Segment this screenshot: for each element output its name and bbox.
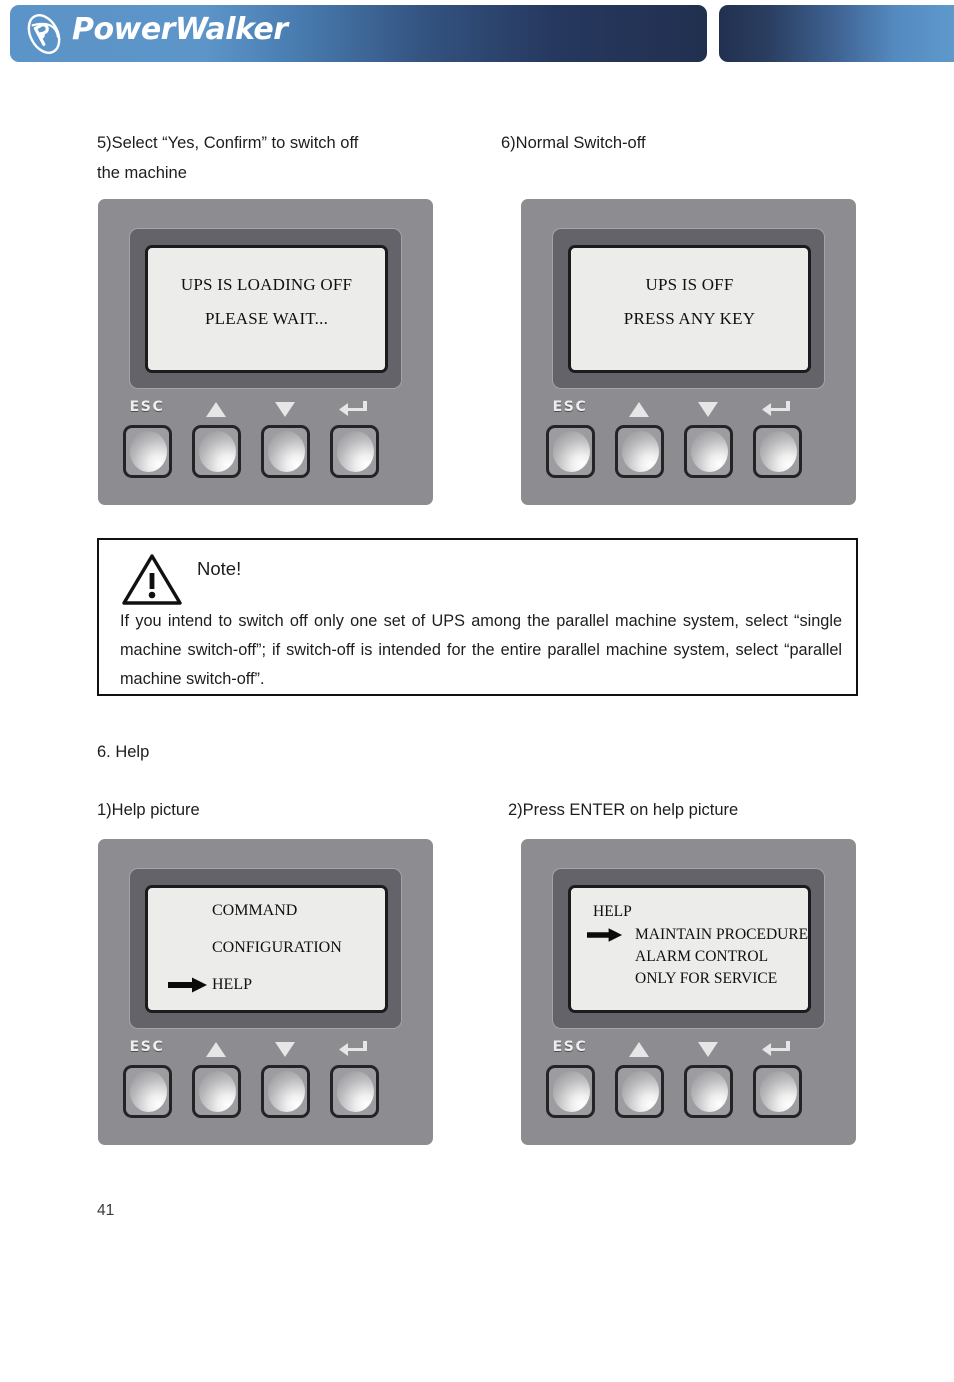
lcd-line: UPS IS OFF [645,275,734,294]
selection-arrow-icon [168,977,207,992]
lcd-menu-list: COMMAND CONFIGURATION HELP [148,888,385,1010]
caption-help-2: 2)Press ENTER on help picture [508,801,739,819]
lcd-menu-item[interactable]: COMMAND [164,902,385,919]
key-legend: ESC [98,1039,433,1061]
lcd-line: PRESS ANY KEY [623,309,756,328]
enter-return-icon [323,1039,385,1059]
enter-button[interactable] [330,425,379,478]
note-title: Note! [197,558,242,579]
lcd-menu-item-selected[interactable]: MAINTAIN PROCEDURE [587,925,808,944]
esc-label: ESC [552,1039,588,1055]
lcd-menu-label: COMMAND [212,902,298,919]
up-button[interactable] [615,425,664,478]
down-button[interactable] [684,1065,733,1118]
lcd-bezel: UPS IS OFF PRESS ANY KEY [552,228,825,389]
brand-logo: PowerWalker [22,10,322,58]
up-arrow-icon [608,399,670,417]
header-bar-secondary [719,5,954,62]
down-arrow-icon [254,399,316,417]
page-header: PowerWalker [0,0,954,66]
keypad [98,1065,433,1125]
lcd-menu-label: HELP [212,976,252,993]
lcd-menu-list: HELP MAINTAIN PROCEDURE ALARM CONTROL ON… [571,888,808,1010]
lcd-screen: HELP MAINTAIN PROCEDURE ALARM CONTROL ON… [568,885,811,1013]
keypad [521,1065,856,1125]
powerwalker-ellipse-logo-icon [27,14,61,54]
lcd-screen: UPS IS LOADING OFF PLEASE WAIT... [145,245,388,373]
ups-control-panel-main-menu: COMMAND CONFIGURATION HELP ESC [98,839,433,1145]
lcd-line: UPS IS LOADING OFF [180,275,353,294]
ups-control-panel-loading-off: UPS IS LOADING OFF PLEASE WAIT... ESC [98,199,433,505]
selection-arrow-icon [587,927,623,942]
down-button[interactable] [261,1065,310,1118]
lcd-menu-heading: HELP [587,902,808,921]
down-arrow-icon [254,1039,316,1057]
up-button[interactable] [192,425,241,478]
lcd-menu-item[interactable]: ONLY FOR SERVICE [587,969,808,988]
page-number: 41 [97,1202,115,1219]
esc-button[interactable] [546,1065,595,1118]
down-arrow-icon [677,399,739,417]
esc-label: ESC [129,399,165,415]
lcd-line: PLEASE WAIT... [204,309,329,328]
esc-button[interactable] [123,1065,172,1118]
lcd-menu-item[interactable]: ALARM CONTROL [587,947,808,966]
down-button[interactable] [261,425,310,478]
down-arrow-icon [677,1039,739,1057]
key-legend: ESC [98,399,433,421]
up-arrow-icon [608,1039,670,1057]
lcd-menu-item[interactable]: CONFIGURATION [164,939,385,956]
enter-return-icon [746,399,808,419]
key-legend: ESC [521,1039,856,1061]
esc-button[interactable] [123,425,172,478]
note-callout-box: Note! If you intend to switch off only o… [97,538,858,696]
enter-button[interactable] [753,425,802,478]
lcd-bezel: UPS IS LOADING OFF PLEASE WAIT... [129,228,402,389]
esc-label: ESC [129,1039,165,1055]
lcd-menu-item-selected[interactable]: HELP [164,976,385,993]
caption-step-5: 5)Select “Yes, Confirm” to switch off th… [97,134,359,182]
ups-control-panel-ups-off: UPS IS OFF PRESS ANY KEY ESC [521,199,856,505]
lcd-menu-label: HELP [593,903,632,920]
enter-button[interactable] [753,1065,802,1118]
lcd-bezel: HELP MAINTAIN PROCEDURE ALARM CONTROL ON… [552,868,825,1029]
ups-control-panel-help-menu: HELP MAINTAIN PROCEDURE ALARM CONTROL ON… [521,839,856,1145]
up-button[interactable] [192,1065,241,1118]
lcd-menu-label: CONFIGURATION [212,939,342,956]
up-arrow-icon [185,399,247,417]
lcd-menu-label: MAINTAIN PROCEDURE [635,926,809,943]
lcd-screen: UPS IS OFF PRESS ANY KEY [568,245,811,373]
warning-triangle-icon [122,554,182,605]
esc-label: ESC [552,399,588,415]
lcd-bezel: COMMAND CONFIGURATION HELP [129,868,402,1029]
note-body-text: If you intend to switch off only one set… [120,612,842,688]
lcd-menu-label: ALARM CONTROL [635,948,769,965]
section-heading-help: 6. Help [97,743,150,761]
keypad [521,425,856,485]
enter-return-icon [746,1039,808,1059]
key-legend: ESC [521,399,856,421]
lcd-screen: COMMAND CONFIGURATION HELP [145,885,388,1013]
brand-name: PowerWalker [72,12,288,47]
caption-help-1: 1)Help picture [97,801,200,819]
enter-return-icon [323,399,385,419]
esc-button[interactable] [546,425,595,478]
up-arrow-icon [185,1039,247,1057]
lcd-menu-label: ONLY FOR SERVICE [635,970,778,987]
caption-step-6: 6)Normal Switch-off [501,134,646,152]
keypad [98,425,433,485]
up-button[interactable] [615,1065,664,1118]
down-button[interactable] [684,425,733,478]
enter-button[interactable] [330,1065,379,1118]
